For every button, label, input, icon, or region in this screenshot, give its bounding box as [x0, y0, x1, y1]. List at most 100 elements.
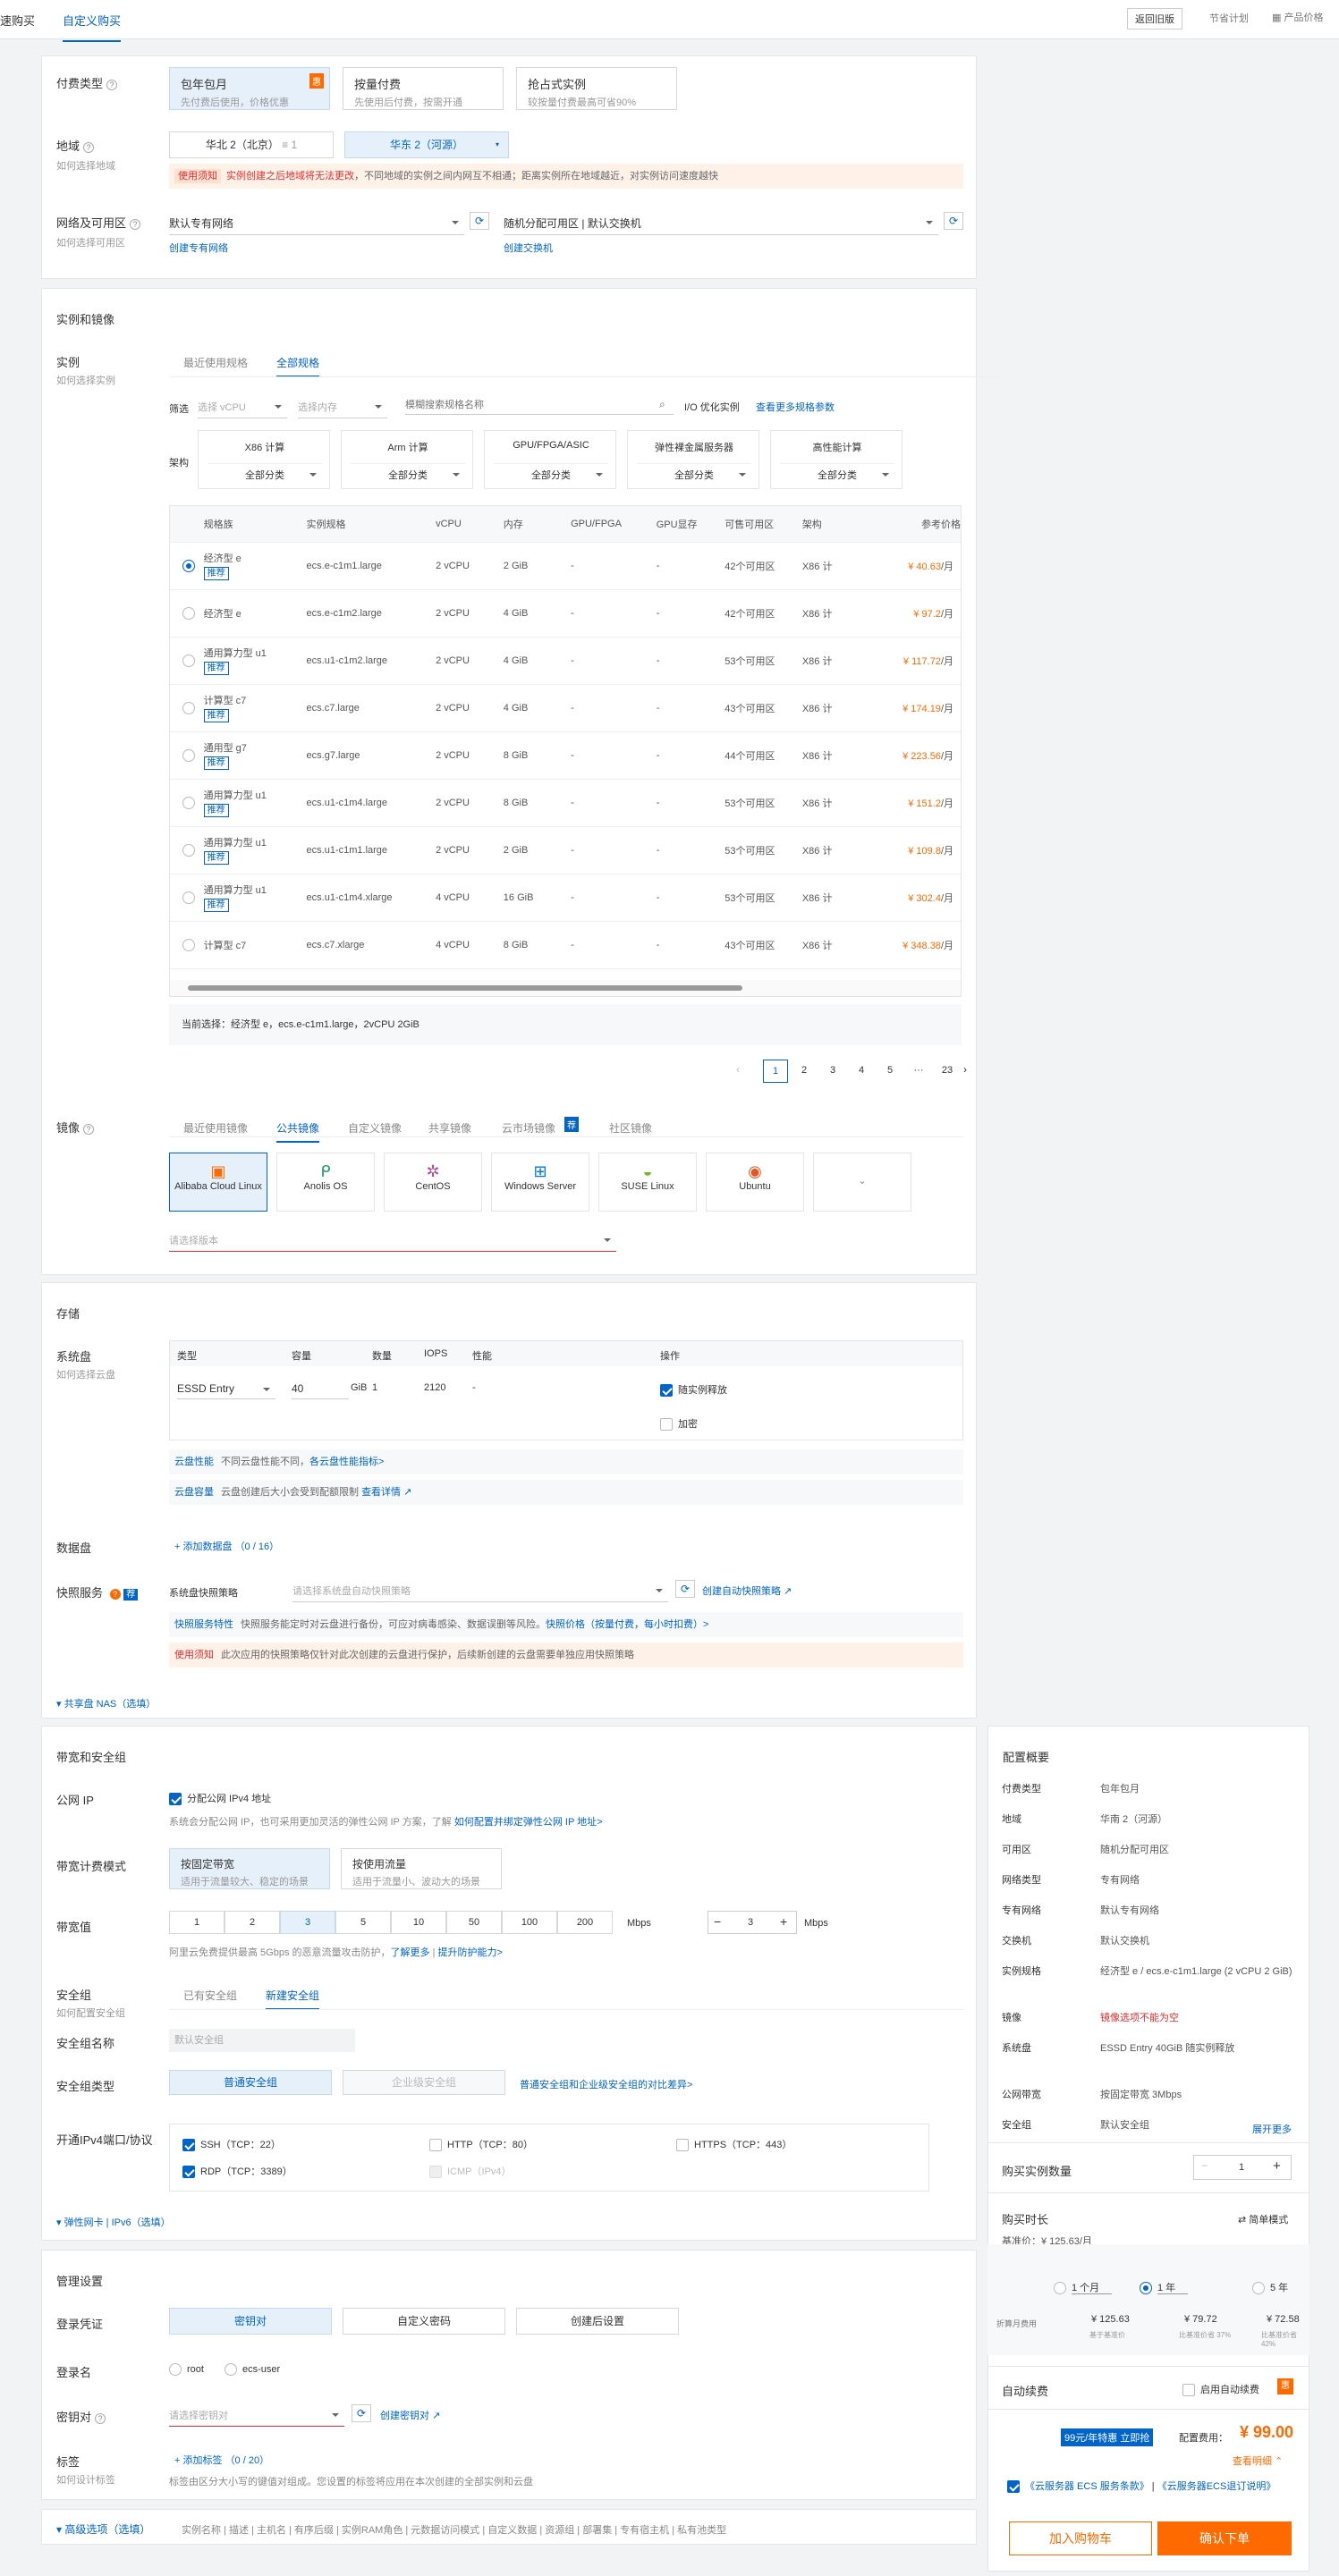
disk-type-select[interactable]: ESSD Entry: [177, 1379, 275, 1399]
create-keypair-link[interactable]: 创建密钥对 ↗: [380, 2408, 440, 2422]
auto-renew-checkbox[interactable]: 启用自动续费: [1182, 2382, 1259, 2397]
enterprise-sg-option[interactable]: 企业级安全组: [343, 2070, 505, 2095]
sg-compare-link[interactable]: 普通安全组和企业级安全组的对比差异>: [520, 2077, 692, 2091]
tab-all-specs[interactable]: 全部规格: [276, 355, 320, 377]
quantity-stepper[interactable]: − 1 +: [1193, 2155, 1292, 2180]
table-row[interactable]: 经济型 e 推荐 ecs.e-c1m1.large 2 vCPU 2 GiB - -42个可…: [170, 541, 961, 589]
image-tab-4[interactable]: 云市场镜像: [502, 1120, 555, 1136]
table-row[interactable]: 通用型 g7 推荐 ecs.g7.large 2 vCPU 8 GiB - -44个可用区 X…: [170, 731, 961, 779]
encrypt-checkbox[interactable]: 加密: [660, 1416, 698, 1432]
promo-banner[interactable]: 99元/年特惠 立即抢: [1061, 2428, 1154, 2446]
image-tab-5[interactable]: 社区镜像: [609, 1120, 652, 1136]
minus-icon[interactable]: −: [1201, 2159, 1208, 2172]
row-radio[interactable]: [170, 588, 204, 637]
arch-filter-0[interactable]: X86 计算 全部分类: [198, 430, 330, 489]
advanced-toggle[interactable]: ▾ 高级选项（选填）: [56, 2521, 150, 2537]
spec-search-input[interactable]: [405, 396, 674, 415]
arch-all-select[interactable]: 全部分类: [351, 463, 465, 486]
vcpu-select[interactable]: 选择 vCPU: [198, 396, 287, 418]
radio-icon[interactable]: [182, 701, 195, 714]
tab-custom-buy[interactable]: 自定义购买: [63, 12, 122, 42]
more-params-link[interactable]: 查看更多规格参数: [756, 400, 835, 414]
fixed-bandwidth-option[interactable]: 按固定带宽 适用于流量较大、稳定的场景: [169, 1848, 330, 1889]
custom-password-option[interactable]: 自定义密码: [343, 2308, 505, 2335]
billing-payg-option[interactable]: 按量付费 先使用后付费，按需开通: [343, 67, 504, 110]
zone-help-link[interactable]: 如何选择可用区: [56, 235, 125, 249]
arch-filter-4[interactable]: 高性能计算 全部分类: [770, 430, 903, 489]
eip-link[interactable]: 如何配置并绑定弹性公网 IP 地址>: [454, 1817, 603, 1828]
capacity-link[interactable]: 查看详情: [361, 1487, 401, 1498]
arch-filter-2[interactable]: GPU/FPGA/ASIC 全部分类: [484, 430, 616, 489]
bandwidth-step-1[interactable]: 2: [225, 1911, 280, 1934]
col-header[interactable]: 架构: [801, 506, 851, 542]
radio-icon[interactable]: [182, 748, 195, 762]
confirm-order-button[interactable]: 确认下单: [1157, 2521, 1292, 2555]
login-root-radio[interactable]: root: [169, 2363, 204, 2376]
search-icon[interactable]: ⌕: [659, 398, 665, 411]
normal-sg-option[interactable]: 普通安全组: [169, 2070, 332, 2095]
page-2[interactable]: 3: [820, 1060, 845, 1083]
os-option-3[interactable]: ⊞ Windows Server: [491, 1153, 589, 1212]
duration-1month[interactable]: 1 个月: [1054, 2280, 1113, 2295]
plus-icon[interactable]: +: [780, 1914, 787, 1929]
product-price-link[interactable]: ▦ 产品价格: [1272, 10, 1323, 24]
col-header[interactable]: 实例规格: [306, 506, 436, 542]
billing-spot-option[interactable]: 抢占式实例 较按量付费最高可省90%: [516, 67, 677, 110]
arch-filter-3[interactable]: 弹性裸金属服务器 全部分类: [627, 430, 759, 489]
arch-all-select[interactable]: 全部分类: [637, 463, 751, 486]
duration-1year[interactable]: 1 年: [1140, 2280, 1189, 2295]
page-6[interactable]: 23: [935, 1060, 960, 1083]
col-header[interactable]: 规格族: [203, 506, 307, 542]
radio-icon[interactable]: [182, 843, 195, 857]
row-radio[interactable]: [170, 636, 204, 684]
table-row[interactable]: 通用算力型 u1 推荐 ecs.u1-c1m4.large 2 vCPU 8 GiB - -…: [170, 778, 961, 826]
set-later-option[interactable]: 创建后设置: [516, 2308, 679, 2335]
row-radio[interactable]: [170, 825, 204, 874]
bandwidth-step-2[interactable]: 3: [280, 1911, 335, 1934]
col-header[interactable]: 参考价格: [850, 506, 961, 542]
page-5[interactable]: ···: [906, 1060, 931, 1083]
os-more-button[interactable]: ⌄: [813, 1153, 911, 1212]
col-header[interactable]: vCPU: [436, 506, 504, 542]
table-row[interactable]: 计算型 c7 推荐 ecs.c7.large 2 vCPU 4 GiB - -43个可用区 X…: [170, 683, 961, 731]
keypair-select[interactable]: 请选择密钥对: [169, 2404, 344, 2427]
table-row[interactable]: 计算型 c7 ecs.c7.xlarge 4 vCPU 8 GiB - -43个可用区 X8…: [170, 920, 961, 968]
minus-icon[interactable]: −: [714, 1914, 721, 1929]
bandwidth-step-5[interactable]: 50: [446, 1911, 502, 1934]
create-vpc-link[interactable]: 创建专有网络: [169, 241, 228, 255]
image-tab-2[interactable]: 自定义镜像: [348, 1120, 402, 1136]
vswitch-select[interactable]: 随机分配可用区 | 默认交换机: [504, 212, 938, 235]
tab-existing-sg[interactable]: 已有安全组: [183, 1988, 237, 2003]
login-ecs-user-radio[interactable]: ecs-user: [225, 2363, 280, 2376]
region-help-link[interactable]: 如何选择地域: [56, 158, 115, 173]
page-4[interactable]: 5: [877, 1060, 903, 1083]
refresh-icon[interactable]: ⟳: [944, 212, 963, 230]
savings-plan-link[interactable]: 节省计划: [1209, 11, 1249, 25]
bandwidth-step-6[interactable]: 100: [502, 1911, 557, 1934]
page-1[interactable]: 2: [792, 1060, 817, 1083]
advanced-options-bar[interactable]: ▾ 高级选项（选填） 实例名称 | 描述 | 主机名 | 有序后缀 | 实例RA…: [41, 2509, 977, 2545]
region-heyuan-option[interactable]: 华东 2（河源） ▾: [344, 131, 509, 158]
page-0[interactable]: 1: [763, 1060, 788, 1083]
vpc-select[interactable]: 默认专有网络: [169, 212, 464, 235]
scrollbar-thumb[interactable]: [188, 985, 742, 991]
eni-expand-toggle[interactable]: ▾ 弹性网卡 | IPv6（选填）: [56, 2215, 171, 2229]
bandwidth-step-0[interactable]: 1: [169, 1911, 225, 1934]
disk-size-input[interactable]: 40: [292, 1379, 349, 1399]
port-ssh-checkbox[interactable]: SSH（TCP：22）: [182, 2137, 281, 2152]
row-radio[interactable]: [170, 731, 204, 779]
sg-help-link[interactable]: 如何配置安全组: [56, 2006, 125, 2020]
sg-name-input[interactable]: 默认安全组: [169, 2029, 355, 2052]
row-radio[interactable]: [170, 873, 204, 921]
arch-filter-1[interactable]: Arm 计算 全部分类: [341, 430, 473, 489]
perf-link[interactable]: 各云盘性能指标>: [309, 1457, 384, 1467]
radio-icon[interactable]: [182, 654, 195, 667]
radio-icon[interactable]: [182, 938, 195, 951]
radio-icon[interactable]: [182, 559, 195, 572]
radio-icon[interactable]: [182, 606, 195, 620]
arch-all-select[interactable]: 全部分类: [208, 463, 322, 486]
arch-all-select[interactable]: 全部分类: [780, 463, 894, 486]
nas-expand-toggle[interactable]: ▾ 共享盘 NAS（选填）: [56, 1696, 156, 1710]
arch-all-select[interactable]: 全部分类: [494, 463, 608, 486]
os-option-4[interactable]: ◒ SUSE Linux: [598, 1153, 697, 1212]
